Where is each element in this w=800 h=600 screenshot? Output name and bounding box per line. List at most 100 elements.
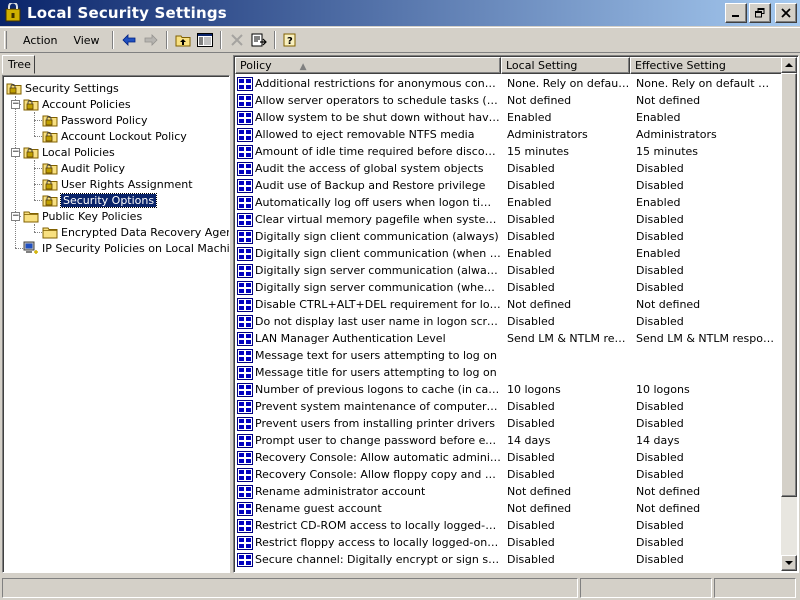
table-row[interactable]: Recovery Console: Allow automatic admini… xyxy=(235,449,783,466)
title-bar[interactable]: Local Security Settings xyxy=(0,0,800,26)
scroll-down-arrow-icon xyxy=(785,560,793,565)
minimize-button[interactable] xyxy=(725,3,747,23)
tree-item-password-policy[interactable]: Password Policy xyxy=(42,112,148,128)
tree-item-local-policies[interactable]: Local Policies xyxy=(23,144,115,160)
table-row[interactable]: Digitally sign client communication (alw… xyxy=(235,228,783,245)
policy-icon xyxy=(237,145,253,159)
show-hide-tree-icon xyxy=(196,33,213,47)
table-row[interactable]: Amount of idle time required before disc… xyxy=(235,143,783,160)
policy-icon xyxy=(237,417,253,431)
table-row[interactable]: Automatically log off users when logon t… xyxy=(235,194,783,211)
table-row[interactable]: Secure channel: Digitally encrypt or sig… xyxy=(235,551,783,568)
menu-view[interactable]: View xyxy=(65,34,107,47)
table-row[interactable]: Allowed to eject removable NTFS media Adm… xyxy=(235,126,783,143)
table-row[interactable]: Prevent users from installing printer dr… xyxy=(235,415,783,432)
table-row[interactable]: Restrict CD-ROM access to locally logged… xyxy=(235,517,783,534)
table-row[interactable]: Clear virtual memory pagefile when syste… xyxy=(235,211,783,228)
show-hide-tree-button[interactable] xyxy=(194,30,216,50)
scroll-down-button[interactable] xyxy=(781,555,797,571)
effective-setting-cell: Disabled xyxy=(636,281,684,294)
table-row[interactable]: Disable CTRL+ALT+DEL requirement for log… xyxy=(235,296,783,313)
effective-setting-cell: Disabled xyxy=(636,264,684,277)
table-row[interactable]: Digitally sign server communication (whe… xyxy=(235,279,783,296)
policy-name: Restrict floppy access to locally logged… xyxy=(255,536,501,549)
table-row[interactable]: Prevent system maintenance of computer a… xyxy=(235,398,783,415)
table-row[interactable]: Do not display last user name in logon s… xyxy=(235,313,783,330)
collapse-account-policies-button[interactable]: − xyxy=(11,100,20,109)
table-row[interactable]: Restrict floppy access to locally logged… xyxy=(235,534,783,551)
policy-name: Disable CTRL+ALT+DEL requirement for log… xyxy=(255,298,501,311)
policy-cell: Allowed to eject removable NTFS media xyxy=(235,128,501,142)
policy-cell: Automatically log off users when logon t… xyxy=(235,196,501,210)
lock-folder-icon xyxy=(42,177,58,191)
table-row[interactable]: Additional restrictions for anonymous co… xyxy=(235,75,783,92)
tab-tree[interactable]: Tree xyxy=(2,55,35,74)
delete-button[interactable] xyxy=(226,30,248,50)
table-row[interactable]: Prompt user to change password before ex… xyxy=(235,432,783,449)
close-button[interactable] xyxy=(775,3,797,23)
export-list-button[interactable] xyxy=(248,30,270,50)
policy-name: Recovery Console: Allow automatic admini… xyxy=(255,451,501,464)
tree-item-security-settings[interactable]: Security Settings xyxy=(6,80,119,96)
policy-icon xyxy=(237,366,253,380)
folder-icon xyxy=(42,225,58,239)
policy-cell: Allow server operators to schedule tasks… xyxy=(235,94,501,108)
toolbar-separator xyxy=(273,31,276,49)
collapse-local-policies-button[interactable]: − xyxy=(11,148,20,157)
restore-button[interactable] xyxy=(749,3,771,23)
tree-item-account-policies[interactable]: Account Policies xyxy=(23,96,131,112)
status-panel xyxy=(580,578,712,598)
table-row[interactable]: Digitally sign server communication (alw… xyxy=(235,262,783,279)
table-row[interactable]: Allow server operators to schedule tasks… xyxy=(235,92,783,109)
table-row[interactable]: Allow system to be shut down without hav… xyxy=(235,109,783,126)
collapse-public-key-policies-button[interactable]: − xyxy=(11,212,20,221)
table-row[interactable]: Audit the access of global system object… xyxy=(235,160,783,177)
toolbar-grip[interactable] xyxy=(4,31,7,49)
help-button[interactable]: ? xyxy=(280,30,302,50)
back-button[interactable] xyxy=(118,30,140,50)
table-row[interactable]: Number of previous logons to cache (in c… xyxy=(235,381,783,398)
table-row[interactable]: Audit use of Backup and Restore privileg… xyxy=(235,177,783,194)
tree-item-ip-security-policies[interactable]: IP Security Policies on Local Machine xyxy=(23,240,229,256)
policy-cell: Disable CTRL+ALT+DEL requirement for log… xyxy=(235,298,501,312)
table-row[interactable]: Message text for users attempting to log… xyxy=(235,347,783,364)
forward-button[interactable] xyxy=(140,30,162,50)
tree-item-security-options[interactable]: Security Options xyxy=(42,192,158,208)
effective-setting-cell: Disabled xyxy=(636,417,684,430)
column-header-local-setting[interactable]: Local Setting xyxy=(501,57,630,74)
network-computer-icon xyxy=(23,241,38,254)
policy-name: Digitally sign client communication (whe… xyxy=(255,247,501,260)
scroll-up-arrow-icon xyxy=(785,62,793,67)
column-header-policy[interactable]: Policy ▲ xyxy=(235,57,501,74)
policy-cell: Clear virtual memory pagefile when syste… xyxy=(235,213,501,227)
policy-cell: Digitally sign client communication (alw… xyxy=(235,230,501,244)
column-header-label: Policy xyxy=(240,59,272,72)
tree-item-audit-policy[interactable]: Audit Policy xyxy=(42,160,125,176)
table-row[interactable]: Rename administrator account Not defined N… xyxy=(235,483,783,500)
tree-pane: − − − Security Settings Account Policies… xyxy=(2,75,230,573)
table-row[interactable]: Recovery Console: Allow floppy copy and … xyxy=(235,466,783,483)
table-row[interactable]: LAN Manager Authentication Level Send LM … xyxy=(235,330,783,347)
effective-setting-cell: Not defined xyxy=(636,485,701,498)
effective-setting-cell: Send LM & NTLM responses xyxy=(636,332,775,345)
up-one-level-button[interactable] xyxy=(172,30,194,50)
column-header-effective-setting[interactable]: Effective Setting xyxy=(630,57,783,74)
table-row[interactable]: Digitally sign client communication (whe… xyxy=(235,245,783,262)
tree-item-user-rights-assignment[interactable]: User Rights Assignment xyxy=(42,176,193,192)
tree-item-encrypted-data-recovery-agents[interactable]: Encrypted Data Recovery Agents xyxy=(42,224,229,240)
scroll-thumb[interactable] xyxy=(781,73,797,497)
menu-action[interactable]: Action xyxy=(15,34,65,47)
vertical-scrollbar[interactable] xyxy=(781,57,797,571)
lock-folder-icon xyxy=(23,145,39,159)
tree-item-account-lockout-policy[interactable]: Account Lockout Policy xyxy=(42,128,187,144)
policy-rows: Additional restrictions for anonymous co… xyxy=(235,75,783,568)
scroll-up-button[interactable] xyxy=(781,57,797,73)
tree-item-public-key-policies[interactable]: Public Key Policies xyxy=(23,208,142,224)
table-row[interactable]: Rename guest account Not defined Not defin… xyxy=(235,500,783,517)
forward-arrow-icon xyxy=(144,34,158,46)
policy-cell: Rename guest account xyxy=(235,502,501,516)
minimize-icon xyxy=(732,15,739,17)
table-row[interactable]: Message title for users attempting to lo… xyxy=(235,364,783,381)
effective-setting-cell: Disabled xyxy=(636,230,684,243)
lock-folder-icon xyxy=(42,129,58,143)
